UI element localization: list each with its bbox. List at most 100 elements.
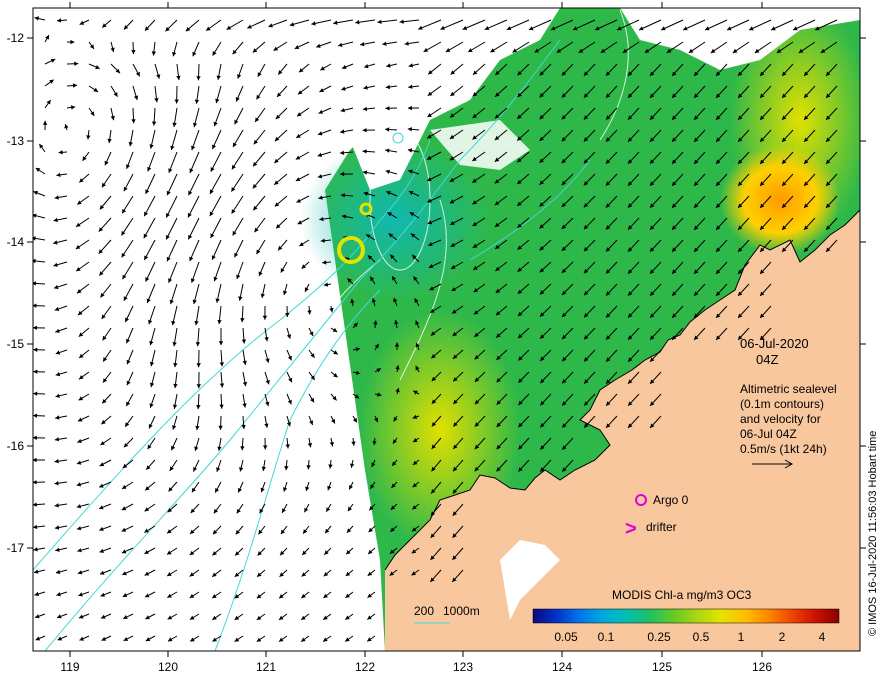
velocity-arrowhead (33, 236, 36, 241)
velocity-arrowhead (144, 507, 150, 512)
colorbar (532, 608, 840, 624)
velocity-arrowhead (218, 425, 223, 430)
velocity-arrowhead (265, 358, 270, 363)
velocity-arrowhead (238, 296, 243, 301)
velocity-arrowhead (360, 42, 365, 47)
velocity-arrowhead (196, 363, 201, 368)
velocity-arrowhead (77, 200, 82, 205)
velocity-arrowhead (39, 144, 44, 149)
velocity-arrowhead (110, 115, 115, 121)
velocity-arrowhead (55, 393, 60, 398)
velocity-arrowhead (323, 637, 328, 642)
x-tick-label: 124 (552, 660, 572, 674)
velocity-arrowhead (212, 572, 217, 577)
x-tick-label: 126 (752, 660, 772, 674)
velocity-arrowhead (219, 383, 225, 388)
description-line: 06-Jul 04Z (740, 427, 797, 441)
velocity-arrowhead (54, 481, 59, 486)
velocity-arrowhead (34, 16, 39, 21)
velocity-arrowhead (149, 382, 155, 388)
velocity-arrowhead (70, 39, 75, 45)
velocity-arrowhead (364, 64, 369, 69)
velocity-arrowhead (76, 526, 82, 531)
velocity-arrowhead (33, 347, 38, 352)
velocity-arrowhead (33, 413, 38, 418)
velocity-arrowhead (34, 569, 39, 574)
velocity-arrowhead (189, 572, 195, 577)
velocity-arrowhead (347, 506, 352, 512)
velocity-arrowhead (323, 282, 329, 287)
velocity-arrowhead (285, 444, 290, 449)
colorbar-tick: 0.1 (598, 630, 615, 644)
velocity-arrowhead (215, 298, 220, 303)
isobath-label-1000: 1000m (443, 604, 480, 618)
velocity-arrowhead (49, 79, 54, 84)
map-time: 04Z (756, 352, 778, 367)
colorbar-tick: 0.5 (693, 630, 710, 644)
description-line: (0.1m contours) (740, 397, 824, 411)
velocity-arrowhead (367, 615, 372, 620)
velocity-arrowhead (89, 44, 94, 49)
velocity-arrowhead (76, 482, 82, 487)
velocity-arrowhead (33, 369, 38, 374)
velocity-arrowhead (64, 124, 69, 129)
velocity-arrowhead (72, 83, 78, 88)
velocity-arrowhead (196, 405, 201, 410)
velocity-arrowhead (265, 401, 270, 407)
velocity-arrowhead (33, 547, 38, 552)
velocity-arrowhead (340, 108, 345, 113)
velocity-arrowhead (240, 446, 245, 451)
velocity-arrowhead (34, 591, 39, 597)
velocity-arrowhead (46, 100, 51, 105)
velocity-arrowhead (241, 339, 247, 344)
velocity-arrowhead (260, 293, 265, 298)
velocity-arrowhead (283, 290, 288, 295)
speed-scale-label: 0.5m/s (1kt 24h) (740, 442, 827, 456)
velocity-arrowhead (264, 337, 269, 342)
velocity-arrowhead (345, 615, 350, 620)
velocity-arrowhead (242, 381, 248, 387)
velocity-arrowhead (110, 47, 115, 52)
velocity-arrowhead (77, 548, 82, 553)
x-tick-label: 125 (652, 660, 672, 674)
x-tick-label: 120 (158, 660, 178, 674)
argo-label: Argo 0 (653, 493, 689, 507)
velocity-arrowhead (242, 360, 247, 365)
velocity-arrowhead (170, 145, 175, 150)
velocity-arrowhead (131, 50, 136, 55)
velocity-arrowhead (55, 569, 61, 575)
x-tick-label: 122 (355, 660, 375, 674)
colorbar-tick: 1 (738, 630, 745, 644)
velocity-arrowhead (256, 637, 262, 642)
velocity-arrowhead (382, 41, 387, 46)
velocity-arrowhead (101, 182, 106, 188)
sealevel-chlorophyll-map: 119 120 121 122 123 124 125 126 -12 -13 … (7, 2, 879, 674)
velocity-arrowhead (255, 117, 260, 122)
velocity-arrowhead (54, 437, 60, 442)
velocity-arrowhead (261, 466, 266, 471)
velocity-arrowhead (193, 122, 198, 128)
y-tick-label: -14 (7, 235, 25, 249)
velocity-arrowhead (279, 637, 284, 642)
x-tick-label: 119 (60, 660, 79, 674)
velocity-arrowhead (196, 384, 201, 389)
velocity-arrowhead (42, 120, 48, 125)
velocity-arrowhead (206, 26, 211, 31)
y-axis-labels: -12 -13 -14 -15 -16 -17 (7, 31, 25, 555)
isobath-label-200: 200 (414, 604, 434, 618)
velocity-arrowhead (79, 375, 84, 380)
map-date: 06-Jul-2020 (740, 336, 809, 351)
velocity-arrowhead (241, 424, 246, 429)
velocity-arrowhead (74, 61, 79, 66)
velocity-arrowhead (323, 615, 328, 620)
velocity-arrowhead (191, 487, 196, 493)
velocity-arrowhead (101, 314, 106, 319)
drifter-label: drifter (646, 520, 677, 534)
velocity-arrowhead (239, 467, 244, 472)
velocity-arrowhead (338, 42, 343, 47)
velocity-arrowhead (240, 318, 245, 323)
velocity-arrowhead (194, 320, 199, 326)
velocity-arrowhead (301, 615, 306, 620)
velocity-arrowhead (386, 63, 391, 68)
chl-orange-patch (720, 145, 840, 255)
